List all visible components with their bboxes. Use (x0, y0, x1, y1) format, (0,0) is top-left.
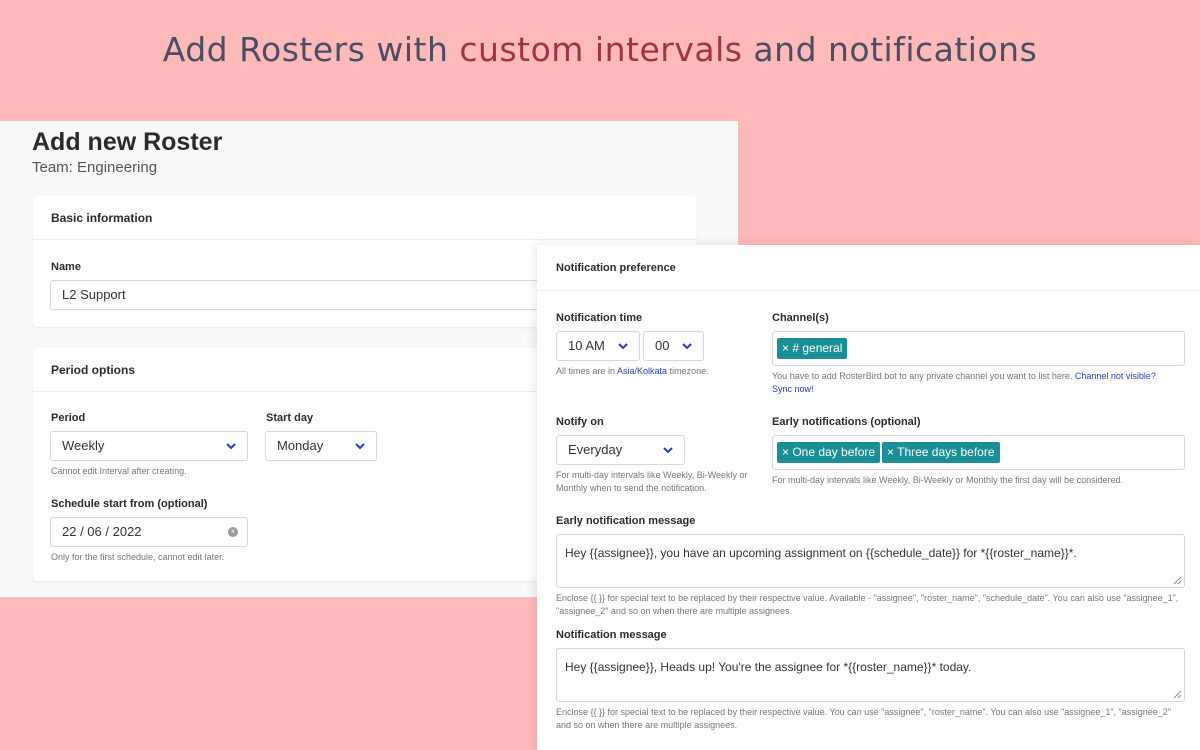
resize-handle-icon[interactable] (1173, 576, 1181, 584)
schedule-start-date-input[interactable]: 22 / 06 / 2022 × (50, 517, 248, 547)
timezone-help-prefix: All times are in (556, 366, 618, 376)
notify-on-label: Notify on (556, 416, 604, 428)
channels-help-text: You have to add RosterBird bot to any pr… (772, 371, 1075, 381)
early-tag-three-days[interactable]: × Three days before (882, 442, 1000, 463)
headline-part2: and notifications (742, 30, 1038, 69)
schedule-start-help: Only for the first schedule, cannot edit… (51, 552, 225, 562)
notification-minute-select[interactable]: 00 (643, 331, 704, 361)
early-message-textarea[interactable]: Hey {{assignee}}, you have an upcoming a… (556, 534, 1185, 588)
early-message-label: Early notification message (556, 515, 696, 527)
early-tag-one-day[interactable]: × One day before (777, 442, 881, 463)
schedule-start-value: 22 / 06 / 2022 (62, 524, 142, 539)
chevron-down-icon (618, 343, 628, 350)
start-day-value: Monday (277, 438, 324, 453)
message-help: Enclose {{ }} for special text to be rep… (556, 707, 1171, 730)
start-day-select[interactable]: Monday (265, 431, 377, 461)
timezone-help: All times are in Asia/Kolkata timezone. (556, 365, 709, 378)
start-day-label: Start day (266, 412, 314, 424)
early-notifications-help: For multi-day intervals like Weekly, Bi-… (772, 475, 1124, 485)
chevron-down-icon (226, 443, 236, 450)
early-message-value: Hey {{assignee}}, you have an upcoming a… (565, 546, 1077, 560)
notification-preference-panel: Notification preference Notification tim… (537, 245, 1200, 750)
period-value: Weekly (62, 438, 105, 453)
channels-input[interactable]: × # general (772, 331, 1185, 366)
page-title: Add new Roster (32, 128, 223, 156)
notification-preference-heading: Notification preference (537, 245, 1200, 291)
channels-label: Channel(s) (772, 312, 829, 324)
timezone-link[interactable]: Asia/Kolkata (617, 366, 667, 376)
early-message-help: Enclose {{ }} for special text to be rep… (556, 593, 1179, 616)
headline-accent: custom intervals (459, 30, 743, 69)
chevron-down-icon (682, 343, 692, 350)
page-subtitle: Team: Engineering (32, 159, 158, 176)
message-textarea[interactable]: Hey {{assignee}}, Heads up! You're the a… (556, 648, 1185, 702)
notification-minute-value: 00 (655, 338, 670, 353)
clear-icon[interactable]: × (228, 527, 238, 537)
timezone-help-suffix: timezone. (667, 366, 709, 376)
notify-on-value: Everyday (568, 442, 623, 457)
name-input[interactable]: L2 Support (50, 280, 570, 310)
chevron-down-icon (355, 443, 365, 450)
message-value: Hey {{assignee}}, Heads up! You're the a… (565, 660, 972, 674)
basic-info-heading: Basic information (33, 196, 696, 240)
headline-part1: Add Rosters with (162, 30, 460, 69)
schedule-start-label: Schedule start from (optional) (51, 498, 208, 510)
chevron-down-icon (663, 447, 673, 454)
notification-hour-value: 10 AM (568, 338, 605, 353)
early-notifications-label: Early notifications (optional) (772, 416, 921, 428)
notify-on-help: For multi-day intervals like Weekly, Bi-… (556, 470, 748, 493)
name-label: Name (51, 261, 81, 273)
period-label: Period (51, 412, 86, 424)
early-notifications-input[interactable]: × One day before × Three days before (772, 435, 1185, 470)
channels-help: You have to add RosterBird bot to any pr… (772, 370, 1177, 396)
headline: Add Rosters with custom intervals and no… (0, 30, 1200, 69)
resize-handle-icon[interactable] (1173, 690, 1181, 698)
notification-hour-select[interactable]: 10 AM (556, 331, 640, 361)
period-help: Cannot edit Interval after creating. (51, 466, 187, 476)
channel-tag-general[interactable]: × # general (777, 338, 848, 359)
notification-time-label: Notification time (556, 312, 643, 324)
message-label: Notification message (556, 629, 667, 641)
period-select[interactable]: Weekly (50, 431, 248, 461)
notify-on-select[interactable]: Everyday (556, 435, 685, 465)
